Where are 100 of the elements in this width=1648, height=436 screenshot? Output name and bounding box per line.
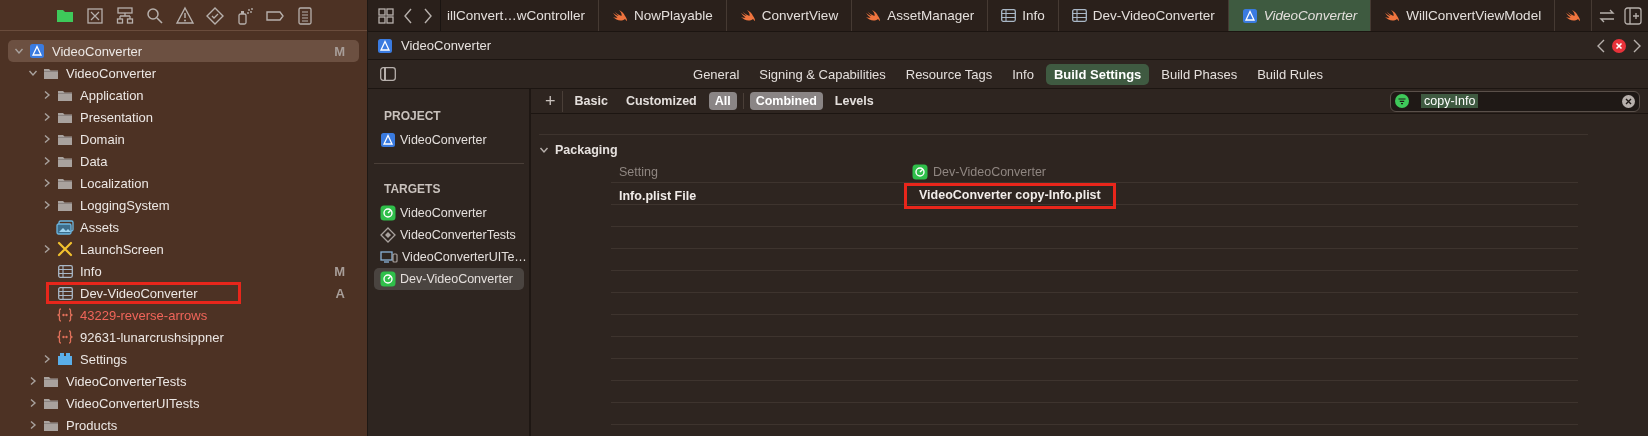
- app-icon: [377, 37, 393, 54]
- settings-tab[interactable]: Build Phases: [1153, 63, 1246, 85]
- tree-row[interactable]: Localization: [8, 172, 359, 194]
- target-item[interactable]: VideoConverter: [374, 129, 524, 151]
- tree-row[interactable]: VideoConverter M: [8, 40, 359, 62]
- forward-icon[interactable]: [1632, 37, 1642, 54]
- view-button[interactable]: Combined: [749, 92, 823, 110]
- editor-tab[interactable]: NowPlayable: [599, 0, 727, 31]
- cross-icon: [57, 241, 73, 257]
- warning-icon[interactable]: [175, 6, 195, 26]
- highlighted-value[interactable]: VideoConverter copy-Info.plist: [904, 183, 1116, 209]
- filter-icon[interactable]: [1395, 94, 1409, 108]
- settings-tab[interactable]: Build Rules: [1249, 63, 1331, 85]
- clear-icon[interactable]: [1622, 94, 1635, 108]
- editor-tab[interactable]: Info: [988, 0, 1059, 31]
- tree-row[interactable]: Settings: [8, 348, 359, 370]
- editor-tab[interactable]: AssetManager: [852, 0, 989, 31]
- tree-row[interactable]: Info M: [8, 260, 359, 282]
- breadcrumb-item[interactable]: VideoConverter: [401, 38, 492, 53]
- document-icon[interactable]: [295, 6, 315, 26]
- tree-row[interactable]: Data: [8, 150, 359, 172]
- editor-tab[interactable]: WillConvertViewModel: [1371, 0, 1556, 31]
- target-item[interactable]: VideoConverterTests: [374, 224, 524, 246]
- scope-button[interactable]: All: [708, 92, 737, 110]
- chevron-right-icon[interactable]: [42, 112, 52, 122]
- chevron-down-icon[interactable]: [28, 68, 38, 78]
- error-icon[interactable]: [1612, 38, 1626, 53]
- table-icon: [1001, 9, 1017, 22]
- chevron-right-icon[interactable]: [42, 354, 52, 364]
- forward-icon[interactable]: [422, 6, 434, 25]
- sidebar-icon[interactable]: [380, 67, 396, 81]
- grid-icon[interactable]: [378, 7, 394, 24]
- chevron-down-icon[interactable]: [539, 145, 549, 155]
- chevron-right-icon[interactable]: [42, 200, 52, 210]
- hierarchy-icon[interactable]: [115, 6, 135, 26]
- settings-tab[interactable]: Signing & Capabilities: [751, 63, 894, 85]
- target-item[interactable]: VideoConverter: [374, 202, 524, 224]
- spray-icon[interactable]: [235, 6, 255, 26]
- diamond-icon[interactable]: [205, 6, 225, 26]
- scope-button[interactable]: Basic: [568, 92, 614, 110]
- add-button[interactable]: +: [539, 90, 563, 112]
- tree-row[interactable]: 43229-reverse-arrows: [8, 304, 359, 326]
- tree-row[interactable]: Application: [8, 84, 359, 106]
- app-icon: [29, 43, 45, 59]
- target-item[interactable]: Dev-VideoConverter: [374, 268, 524, 290]
- status-letter: M: [334, 263, 345, 279]
- chevron-right-icon[interactable]: [28, 398, 38, 408]
- view-button[interactable]: Levels: [828, 92, 880, 110]
- add-editor-icon[interactable]: [1624, 6, 1642, 25]
- chevron-right-icon[interactable]: [42, 178, 52, 188]
- tree-row[interactable]: Assets: [8, 216, 359, 238]
- scope-button[interactable]: Customized: [619, 92, 703, 110]
- folder-icon: [43, 66, 59, 80]
- file-name: Data: [80, 153, 108, 169]
- swap-arrows-icon[interactable]: [1598, 7, 1616, 24]
- tree-row[interactable]: LoggingSystem: [8, 194, 359, 216]
- tree-row[interactable]: VideoConverterUITests: [8, 392, 359, 414]
- settings-tab[interactable]: General: [685, 63, 748, 85]
- status-letter: A: [335, 285, 345, 301]
- tree-row[interactable]: Dev-VideoConverter A: [8, 282, 359, 304]
- chevron-right-icon[interactable]: [42, 134, 52, 144]
- tree-row[interactable]: Domain: [8, 128, 359, 150]
- photos-icon: [56, 219, 74, 235]
- editor-tab[interactable]: illConvert…wController: [441, 0, 600, 31]
- bird-icon: [739, 8, 756, 23]
- chevron-right-icon[interactable]: [28, 376, 38, 386]
- app-icon: [380, 132, 396, 148]
- tree-row[interactable]: 92631-lunarcrushsippner: [8, 326, 359, 348]
- table-icon: [57, 286, 73, 300]
- tree-row[interactable]: VideoConverterTests: [8, 370, 359, 392]
- editor-tab[interactable]: Dev-VideoConverter: [1058, 0, 1229, 31]
- folder-icon: [57, 154, 73, 168]
- chevron-right-icon[interactable]: [42, 156, 52, 166]
- chevron-down-icon[interactable]: [14, 46, 24, 56]
- search-icon[interactable]: [145, 6, 165, 26]
- chevron-right-icon[interactable]: [28, 420, 38, 430]
- tree-row[interactable]: Products: [8, 414, 359, 436]
- tree-row[interactable]: VideoConverter: [8, 62, 359, 84]
- file-name: VideoConverter: [66, 65, 157, 81]
- editor-tab[interactable]: ConvertView: [726, 0, 853, 31]
- file-name: Dev-VideoConverter: [80, 285, 198, 301]
- settings-tab[interactable]: Info: [1004, 63, 1042, 85]
- folder-icon: [43, 374, 59, 388]
- settings-tab[interactable]: Build Settings: [1045, 63, 1150, 85]
- target-item[interactable]: VideoConverterUITe…: [374, 246, 524, 268]
- search-field[interactable]: copy-Info: [1390, 90, 1640, 112]
- chevron-right-icon[interactable]: [42, 90, 52, 100]
- tree-row[interactable]: LaunchScreen: [8, 238, 359, 260]
- folder-icon: [57, 132, 73, 146]
- back-icon[interactable]: [402, 6, 414, 25]
- x-box-icon[interactable]: [85, 6, 105, 26]
- chevron-right-icon[interactable]: [42, 244, 52, 254]
- editor-tab[interactable]: VideoConverter: [1228, 0, 1372, 31]
- settings-tab[interactable]: Resource Tags: [897, 63, 1001, 85]
- file-name: LoggingSystem: [80, 197, 170, 213]
- target-icon: [380, 205, 396, 221]
- back-icon[interactable]: [1596, 37, 1606, 54]
- tree-row[interactable]: Presentation: [8, 106, 359, 128]
- bird-icon: [612, 8, 629, 23]
- folder-icon: [57, 176, 73, 190]
